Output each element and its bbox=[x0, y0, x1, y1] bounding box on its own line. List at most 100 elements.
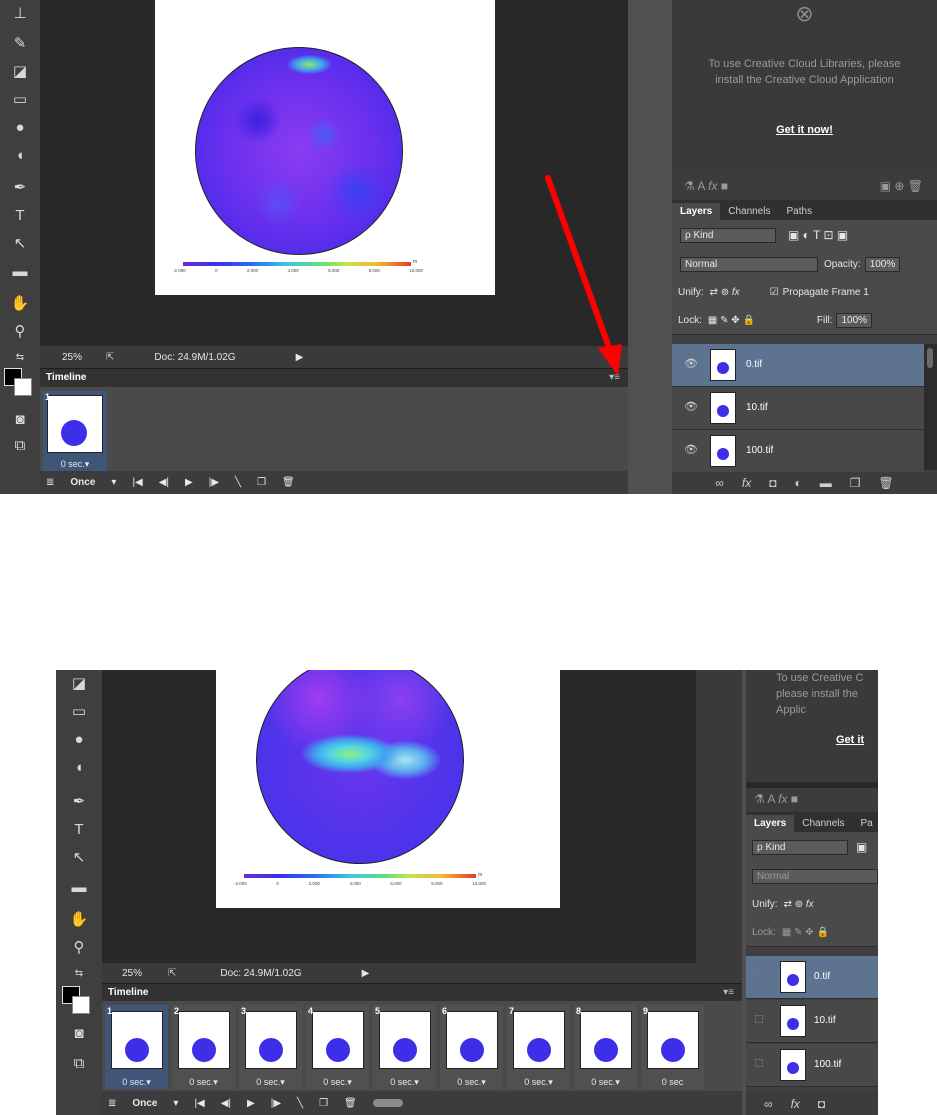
next-frame-icon[interactable]: |▶ bbox=[209, 477, 219, 488]
eraser-tool-icon[interactable]: ◪ bbox=[0, 58, 40, 84]
status-menu-arrow-icon[interactable]: ▶ bbox=[362, 968, 370, 979]
dodge-tool-icon[interactable]: ◖ bbox=[0, 142, 40, 168]
mask-icon[interactable]: ◘ bbox=[818, 1097, 825, 1111]
tab-channels[interactable]: Channels bbox=[794, 815, 852, 832]
status-menu-arrow-icon[interactable]: ▶ bbox=[296, 352, 304, 363]
stamp-tool-icon[interactable]: ⊥ bbox=[0, 0, 40, 26]
animation-frame[interactable]: 2 0 sec.▾ bbox=[172, 1005, 235, 1089]
animation-frame[interactable]: 4 0 sec.▾ bbox=[306, 1005, 369, 1089]
layers-scrollbar[interactable] bbox=[924, 344, 937, 470]
background-color-swatch[interactable] bbox=[14, 378, 32, 396]
first-frame-icon[interactable]: |◀ bbox=[194, 1098, 204, 1109]
first-frame-icon[interactable]: |◀ bbox=[132, 477, 142, 488]
eye-icon[interactable]: 👁 bbox=[684, 357, 698, 370]
frame-delay[interactable]: 0 sec.▾ bbox=[440, 1075, 503, 1089]
frame-delay[interactable]: 0 sec.▾ bbox=[239, 1075, 302, 1089]
screen-mode-icon[interactable]: ⧉ bbox=[56, 1050, 102, 1076]
visibility-checkbox[interactable]: ☐ bbox=[754, 1013, 764, 1026]
blur-tool-icon[interactable]: ● bbox=[0, 114, 40, 140]
filter-icons[interactable]: ▣ bbox=[856, 840, 867, 854]
zoom-tool-icon[interactable]: ⚲ bbox=[56, 934, 102, 960]
eye-icon[interactable]: 👁 bbox=[684, 400, 698, 413]
layer-row[interactable]: ☐ 10.tif bbox=[746, 1000, 878, 1043]
convert-timeline-icon[interactable]: ≣ bbox=[108, 1098, 116, 1109]
animation-frame[interactable]: 3 0 sec.▾ bbox=[239, 1005, 302, 1089]
swap-colors-icon[interactable]: ⇆ bbox=[56, 960, 102, 986]
layer-row[interactable]: 👁 0.tif bbox=[672, 344, 924, 387]
loop-select[interactable]: Once bbox=[132, 1098, 157, 1109]
layer-row[interactable]: ☐ 0.tif bbox=[746, 956, 878, 999]
library-action-icons[interactable]: ▣ ⊕ 🗑 bbox=[880, 179, 923, 193]
delete-layer-icon[interactable]: 🗑 bbox=[878, 476, 893, 490]
swap-colors-icon[interactable]: ⇆ bbox=[0, 344, 40, 370]
get-it-now-link[interactable]: Get it now! bbox=[776, 124, 833, 136]
frame-delay[interactable]: 0 sec.▾ bbox=[172, 1075, 235, 1089]
frame-delay[interactable]: 0 sec.▾ bbox=[105, 1075, 168, 1089]
mask-icon[interactable]: ◘ bbox=[769, 476, 776, 490]
export-icon[interactable]: ⇱ bbox=[106, 352, 114, 363]
rectangle-tool-icon[interactable]: ▬ bbox=[0, 258, 40, 284]
unify-icons[interactable]: ⇄ ⊚ fx bbox=[710, 287, 740, 298]
tab-channels[interactable]: Channels bbox=[720, 203, 778, 220]
zoom-tool-icon[interactable]: ⚲ bbox=[0, 318, 40, 344]
lock-icons[interactable]: ▦ ✎ ✥ 🔒 bbox=[708, 315, 755, 326]
blend-mode-select[interactable]: Normal bbox=[680, 256, 818, 272]
animation-frame[interactable]: 7 0 sec.▾ bbox=[507, 1005, 570, 1089]
path-selection-icon[interactable]: ↖ bbox=[0, 230, 40, 256]
tween-icon[interactable]: ╲ bbox=[297, 1098, 303, 1109]
tab-paths[interactable]: Pa bbox=[853, 815, 878, 832]
layer-row[interactable]: 👁 100.tif bbox=[672, 430, 924, 473]
link-layers-icon[interactable]: ∞ bbox=[715, 476, 724, 490]
loop-dropdown-icon[interactable]: ▾ bbox=[173, 1098, 178, 1109]
zoom-level[interactable]: 25% bbox=[62, 352, 82, 363]
layer-row[interactable]: ☐ 100.tif bbox=[746, 1044, 878, 1087]
screen-mode-icon[interactable]: ⧉ bbox=[0, 432, 40, 458]
document-canvas[interactable]: m -2,000 0 2,000 4,000 6,000 8,000 10,00… bbox=[216, 670, 560, 908]
visibility-checkbox[interactable]: ☐ bbox=[754, 1057, 764, 1070]
layer-name[interactable]: 0.tif bbox=[746, 359, 762, 370]
animation-frame[interactable]: 1 0 sec.▾ bbox=[43, 391, 107, 471]
tween-icon[interactable]: ╲ bbox=[235, 477, 241, 488]
layer-row[interactable]: 👁 10.tif bbox=[672, 387, 924, 430]
delete-frame-icon[interactable]: 🗑 bbox=[282, 477, 295, 488]
library-toolbar-icons[interactable]: ⚗ A fx ■ bbox=[684, 179, 728, 193]
scrollbar-thumb[interactable] bbox=[927, 348, 933, 368]
convert-timeline-icon[interactable]: ≣ bbox=[46, 477, 54, 488]
visibility-checkbox[interactable]: ☐ bbox=[754, 969, 764, 982]
new-layer-icon[interactable]: ❐ bbox=[850, 476, 861, 490]
link-layers-icon[interactable]: ∞ bbox=[764, 1097, 773, 1111]
get-it-now-link[interactable]: Get it bbox=[836, 734, 864, 746]
quick-mask-icon[interactable]: ◙ bbox=[0, 406, 40, 432]
fx-icon[interactable]: fx bbox=[742, 476, 751, 490]
layer-name[interactable]: 10.tif bbox=[746, 402, 768, 413]
quick-mask-icon[interactable]: ◙ bbox=[56, 1020, 102, 1046]
loop-select[interactable]: Once bbox=[70, 477, 95, 488]
duplicate-frame-icon[interactable]: ❐ bbox=[257, 477, 266, 488]
rectangle-tool-icon[interactable]: ▬ bbox=[56, 874, 102, 900]
frame-delay[interactable]: 0 sec bbox=[641, 1075, 704, 1089]
timeline-title[interactable]: Timeline bbox=[46, 372, 86, 383]
play-icon[interactable]: ▶ bbox=[247, 1098, 255, 1109]
filter-kind-select[interactable]: ρ Kind bbox=[680, 227, 776, 243]
gradient-tool-icon[interactable]: ▭ bbox=[56, 698, 102, 724]
delete-frame-icon[interactable]: 🗑 bbox=[344, 1098, 357, 1109]
fill-input[interactable]: 100% bbox=[836, 312, 873, 328]
lock-icons[interactable]: ▦ ✎ ✥ 🔒 bbox=[782, 927, 829, 938]
dodge-tool-icon[interactable]: ◖ bbox=[56, 754, 102, 780]
play-icon[interactable]: ▶ bbox=[185, 477, 193, 488]
pen-tool-icon[interactable]: ✒ bbox=[0, 174, 40, 200]
tab-paths[interactable]: Paths bbox=[779, 203, 821, 220]
zoom-level[interactable]: 25% bbox=[122, 968, 142, 979]
frame-delay[interactable]: 0 sec.▾ bbox=[574, 1075, 637, 1089]
hand-tool-icon[interactable]: ✋ bbox=[56, 906, 102, 932]
type-tool-icon[interactable]: T bbox=[56, 816, 102, 842]
document-canvas[interactable]: m -2,000 0 2,000 4,000 6,000 8,000 10,00… bbox=[155, 0, 495, 295]
adjustment-icon[interactable]: ◐ bbox=[794, 476, 801, 490]
history-brush-icon[interactable]: ✎ bbox=[0, 30, 40, 56]
animation-frame[interactable]: 8 0 sec.▾ bbox=[574, 1005, 637, 1089]
animation-frame[interactable]: 5 0 sec.▾ bbox=[373, 1005, 436, 1089]
propagate-checkbox[interactable]: ☑ bbox=[770, 287, 779, 298]
frame-delay[interactable]: 0 sec.▾ bbox=[373, 1075, 436, 1089]
library-toolbar-icons[interactable]: ⚗ A fx ■ bbox=[754, 792, 798, 806]
frame-delay[interactable]: 0 sec.▾ bbox=[507, 1075, 570, 1089]
